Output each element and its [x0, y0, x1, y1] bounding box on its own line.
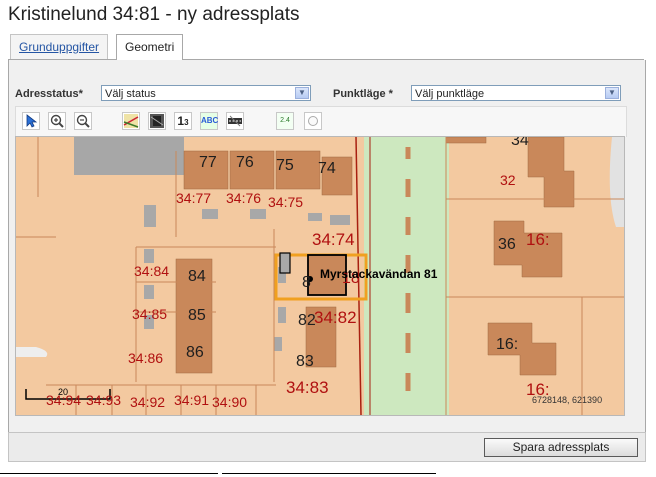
draw-line-icon[interactable] [122, 112, 140, 130]
zoom-in-icon[interactable] [48, 112, 66, 130]
tab-grunduppgifter[interactable]: Grunduppgifter [10, 34, 109, 59]
grey-lot [74, 137, 184, 175]
map-label: 86 [186, 344, 204, 361]
map-label: 76 [236, 154, 254, 171]
map-view[interactable]: 77 76 75 74 84 85 86 8 82 83 34 36 16: 3… [15, 136, 625, 416]
map-canvas[interactable]: 77 76 75 74 84 85 86 8 82 83 34 36 16: 3… [16, 137, 624, 415]
map-label: 16: [526, 230, 550, 249]
map-label: 8 [302, 274, 311, 291]
chevron-down-icon[interactable]: ▼ [605, 87, 619, 99]
address-label: Myrstackavändan 81 [320, 267, 438, 281]
map-label: 36 [498, 236, 516, 253]
map-label: 16: [496, 336, 518, 353]
map-label: 77 [199, 154, 217, 171]
scale-label: 20 [58, 387, 68, 397]
point-select-value: Välj punktläge [415, 88, 485, 100]
status-label: Adresstatus* [15, 88, 83, 100]
pointer-icon[interactable] [22, 112, 40, 130]
map-label: 34:76 [226, 190, 261, 206]
footer-bar: Spara adressplats [8, 432, 646, 462]
point-label: Punktläge * [333, 88, 393, 100]
status-select-value: Välj status [105, 88, 156, 100]
number-sub-glyph: 3 [184, 118, 189, 127]
scale-24-icon[interactable]: 2.4 [276, 112, 294, 130]
map-label: 83 [296, 353, 314, 370]
map-label: 74 [318, 160, 336, 177]
map-toolbar: 13 ABC 2.4 [15, 106, 627, 137]
zoom-out-icon[interactable] [74, 112, 92, 130]
map-label: 34:75 [268, 194, 303, 210]
scale-glyph: 2.4 [280, 117, 290, 124]
map-label: 34:85 [132, 306, 167, 322]
status-select[interactable]: Välj status ▼ [101, 85, 311, 101]
circle-icon[interactable] [304, 112, 322, 130]
divider [0, 473, 218, 474]
map-label: 34:82 [314, 308, 357, 327]
map-label: 34:84 [134, 263, 169, 279]
chevron-down-icon[interactable]: ▼ [295, 87, 309, 99]
map-label: 32 [500, 172, 516, 188]
tab-bar: Grunduppgifter Geometri [8, 34, 644, 60]
map-label: 34:92 [130, 394, 165, 410]
abc-label-icon[interactable]: ABC [200, 112, 218, 130]
map-label: 34:93 [86, 392, 121, 408]
road-icon[interactable] [226, 112, 244, 130]
geometry-panel: Adresstatus* Välj status ▼ Punktläge * V… [8, 60, 646, 433]
abc-glyph: ABC [201, 116, 219, 125]
coordinate-readout: 6728148, 621390 [532, 395, 602, 405]
map-label: 34:90 [212, 394, 247, 410]
map-label: 75 [276, 157, 294, 174]
map-label: 84 [188, 268, 206, 285]
map-label: 85 [188, 307, 206, 324]
map-label: 34:83 [286, 378, 329, 397]
save-address-button[interactable]: Spara adressplats [484, 438, 638, 457]
map-label: 34:74 [312, 230, 355, 249]
layer-icon[interactable] [148, 112, 166, 130]
map-label: 34:86 [128, 350, 163, 366]
map-label: 34:77 [176, 190, 211, 206]
map-label: 34:91 [174, 392, 209, 408]
map-label: 34 [511, 137, 529, 149]
page-title: Kristinelund 34:81 - ny adressplats [8, 4, 300, 25]
number-label-icon[interactable]: 13 [174, 112, 192, 130]
divider [222, 473, 436, 474]
tab-geometri[interactable]: Geometri [116, 34, 184, 60]
point-select[interactable]: Välj punktläge ▼ [411, 85, 621, 101]
